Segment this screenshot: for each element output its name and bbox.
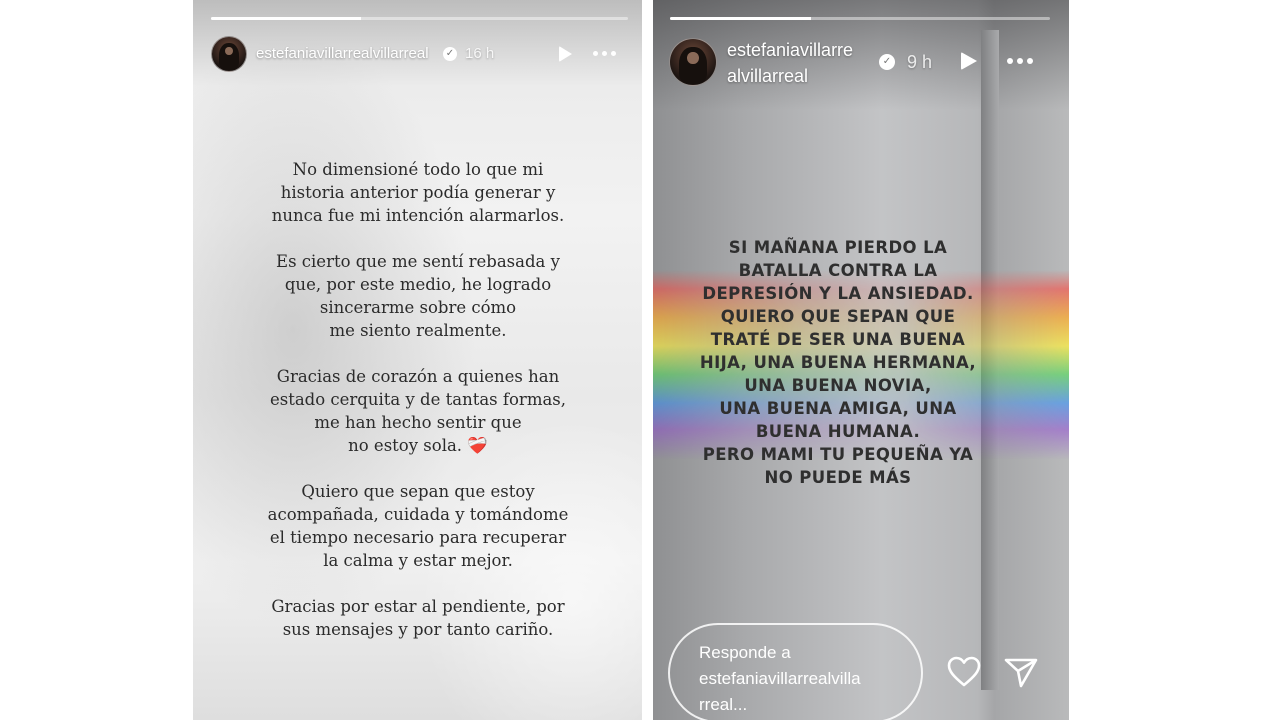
verified-badge-icon: ✓ [443,47,457,61]
story-text-line: BATALLA CONTRA LA [738,261,938,280]
story-progress-bar [211,17,628,20]
avatar[interactable] [669,38,717,86]
heart-icon[interactable] [947,656,981,688]
story-username-line1[interactable]: estefaniavillarre [727,40,853,61]
story-text-line: UNA BUENA NOVIA, [744,376,932,395]
story-text-line: sincerarme sobre cómo [319,298,517,317]
story-username-line2[interactable]: alvillarreal [727,66,808,87]
story-text-line: acompañada, cuidada y tomándome [267,505,569,524]
story-progress-bar [670,17,1050,20]
reply-placeholder[interactable]: Responde a estefaniavillarrealvilla rreal.… [699,640,899,718]
story-text-line: nunca fue mi intención alarmarlos. [271,206,565,225]
story-text-line: Gracias por estar al pendiente, por [271,597,565,616]
story-paragraph: Quiero que sepan que estoy acompañada, cu… [223,480,613,572]
story-text-line: SI MAÑANA PIERDO LA [728,238,948,257]
more-options-icon[interactable] [593,51,616,56]
story-text-line: HIJA, UNA BUENA HERMANA, [699,353,977,372]
reply-placeholder-line: Responde a [699,643,791,662]
avatar[interactable] [211,36,247,72]
story-text-line: BUENA HUMANA. [755,422,921,441]
send-icon[interactable] [1004,657,1038,689]
story-text-line: que, por este medio, he logrado [284,275,552,294]
story-text-line: No dimensioné todo lo que mi [292,160,544,179]
story-message-text: SI MAÑANA PIERDO LA BATALLA CONTRA LA DEPR… [673,236,1003,489]
story-username[interactable]: estefaniavillarrealvillarreal [256,45,429,62]
story-text-line: el tiempo necesario para recuperar [269,528,567,547]
more-options-icon[interactable] [1007,58,1033,64]
story-text-line: Gracias de corazón a quienes han [276,367,560,386]
story-paragraph: Es cierto que me sentí rebasada y que, po… [223,250,613,342]
story-text-line: me siento realmente. [329,321,507,340]
story-text-line: historia anterior podía generar y [280,183,556,202]
story-text-line: sus mensajes y por tanto cariño. [282,620,554,639]
story-text-line: la calma y estar mejor. [323,551,513,570]
story-text-line: no estoy sola. [348,436,463,455]
story-paragraph: Gracias de corazón a quienes han estado c… [223,365,613,457]
verified-badge-icon: ✓ [879,54,895,70]
story-text-line: PERO MAMI TU PEQUEÑA YA [702,445,974,464]
story-panel-left: estefaniavillarrealvillarreal ✓ 16 h No … [193,0,642,720]
story-text-line: NO PUEDE MÁS [764,468,912,487]
story-text-line: TRATÉ DE SER UNA BUENA [710,330,966,349]
mending-heart-icon: ❤️‍🩹 [462,436,488,455]
story-panel-right: estefaniavillarre alvillarreal ✓ 9 h SI … [653,0,1069,720]
story-text-line: Es cierto que me sentí rebasada y [276,252,560,271]
story-text-line: Quiero que sepan que estoy [301,482,535,501]
story-time: 9 h [907,52,933,72]
story-time: 16 h [465,45,495,62]
story-text-line: me han hecho sentir que [314,413,522,432]
story-text-line: DEPRESIÓN Y LA ANSIEDAD. [702,284,974,303]
play-icon[interactable] [559,46,572,62]
story-text-line: estado cerquita y de tantas formas, [269,390,567,409]
reply-placeholder-line: rreal... [699,695,748,714]
story-text-line: QUIERO QUE SEPAN QUE [720,307,956,326]
story-paragraph: No dimensioné todo lo que mi historia ant… [223,158,613,227]
story-paragraph: Gracias por estar al pendiente, por sus m… [223,595,613,641]
reply-placeholder-line: estefaniavillarrealvilla [699,669,861,688]
play-icon[interactable] [961,52,977,70]
story-text-line: UNA BUENA AMIGA, UNA [719,399,957,418]
story-message-text: No dimensioné todo lo que mi historia ant… [223,158,613,664]
